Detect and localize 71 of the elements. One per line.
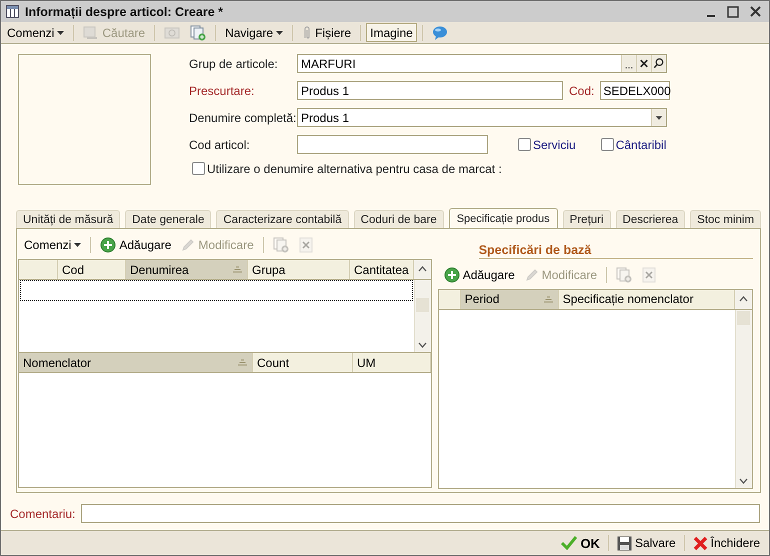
column-header[interactable]: Count (253, 353, 353, 372)
pencil-icon (181, 238, 196, 252)
add-icon (100, 237, 116, 253)
field-label: Cod: (569, 84, 594, 98)
input-field[interactable] (297, 135, 488, 154)
checkbox[interactable] (192, 162, 205, 175)
caret-icon (57, 30, 64, 34)
scroll-up-icon[interactable] (414, 260, 431, 279)
scroll-thumb[interactable] (737, 310, 750, 325)
input-field[interactable]: SEDELX000 (600, 81, 670, 100)
field-label: Comentariu: (10, 506, 76, 520)
column-header[interactable]: Grupa (248, 260, 350, 279)
grid-icon (6, 5, 19, 18)
field-label: Grup de articole: (189, 56, 279, 70)
check-icon (561, 536, 578, 550)
section-title: Specificări de bază (478, 243, 753, 259)
maximize-icon[interactable] (727, 6, 739, 18)
menu-button[interactable]: Navigare (221, 23, 288, 42)
paperclip-icon (302, 24, 312, 40)
menu-button[interactable]: Comenzi (3, 23, 68, 42)
menu-button[interactable]: Comenzi (20, 236, 86, 254)
column-header[interactable]: Nomenclator (19, 353, 253, 372)
checkbox[interactable] (600, 138, 614, 151)
floppy-icon (616, 536, 632, 550)
footer-button[interactable]: OK (558, 534, 603, 552)
tab[interactable]: Stoc minim (690, 210, 762, 228)
sort-icon (237, 359, 248, 366)
help-icon[interactable] (432, 24, 448, 40)
input-field[interactable]: Produs 1 (297, 81, 563, 100)
scrollbar[interactable] (734, 310, 752, 488)
tab[interactable]: Descrierea (616, 210, 686, 228)
window-title: Informații despre articol: Creare * (25, 4, 224, 18)
toolbar-button[interactable]: Adăugare (96, 236, 176, 254)
scrollbar[interactable] (414, 280, 431, 352)
checkbox-label: Serviciu (533, 138, 576, 152)
add-icon (444, 266, 460, 283)
copy-add-icon[interactable] (190, 24, 206, 40)
column-header[interactable]: Denumirea (126, 260, 248, 279)
scroll-up-icon[interactable] (734, 290, 752, 309)
pencil-icon (524, 268, 539, 282)
toolbar-button[interactable]: Imagine (366, 23, 417, 42)
sort-icon (542, 296, 554, 303)
checkbox-label: Cântaribil (616, 138, 666, 152)
close-icon (692, 536, 708, 550)
field-label: Cod articol: (189, 138, 251, 152)
tab[interactable]: Specificație produs (448, 208, 558, 228)
dropdown[interactable]: Produs 1 (297, 108, 667, 127)
comment-field[interactable] (81, 504, 760, 523)
column-header[interactable]: Period (460, 290, 559, 309)
column-header[interactable]: UM (353, 353, 431, 372)
footer-button[interactable]: Închidere (690, 534, 763, 552)
toolbar-button[interactable]: Fișiere (298, 23, 356, 42)
close-icon[interactable] (750, 6, 760, 17)
tab[interactable]: Prețuri (562, 210, 611, 228)
input-field[interactable]: MARFURI (297, 54, 667, 73)
tab[interactable]: Coduri de bare (354, 210, 444, 228)
sort-icon (232, 266, 243, 273)
dropdown-icon[interactable] (651, 109, 666, 126)
tab[interactable]: Date generale (125, 210, 212, 228)
clear-icon[interactable] (636, 55, 651, 72)
checkbox-label: Utilizare o denumire alternativa pentru casa de marcat : (207, 162, 502, 176)
caret-icon (74, 243, 82, 247)
footer-button[interactable]: Salvare (614, 534, 679, 552)
field-label: Denumire completă: (189, 110, 297, 124)
scroll-thumb[interactable] (416, 298, 430, 312)
toolbar-button[interactable]: Adăugare (440, 265, 519, 284)
tab[interactable]: Caracterizare contabilă (216, 210, 349, 228)
tab[interactable]: Unități de măsură (16, 210, 120, 228)
field-label: Prescurtare: (189, 84, 256, 98)
caret-icon (276, 30, 284, 34)
checkbox[interactable] (518, 138, 531, 151)
